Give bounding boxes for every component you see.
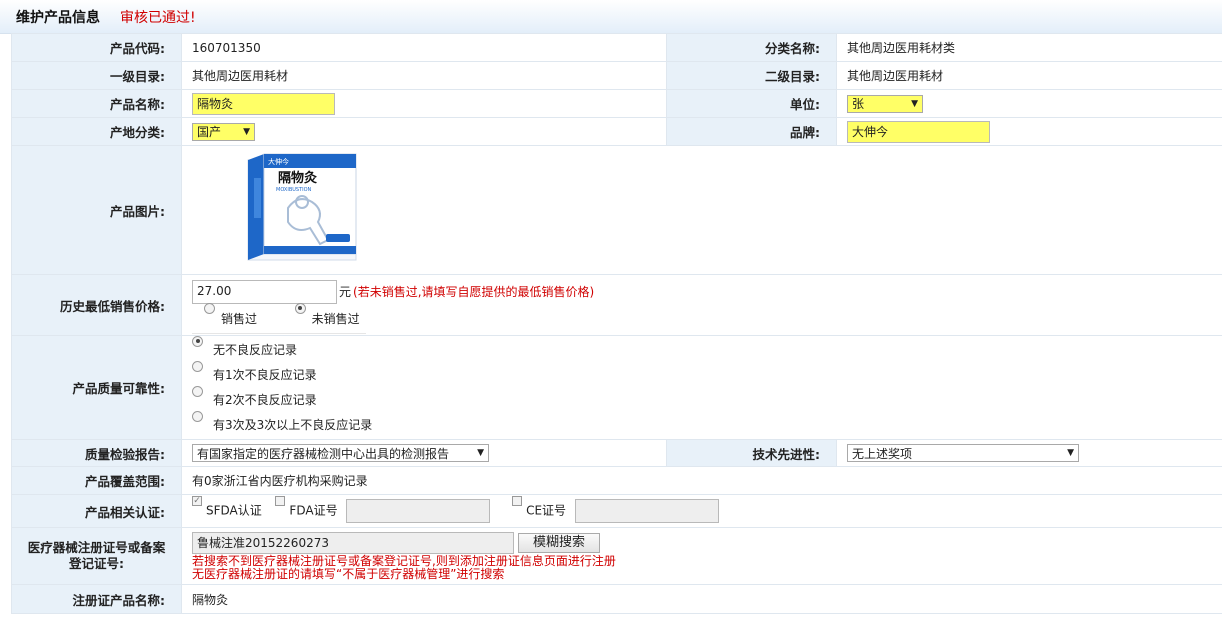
brand-input[interactable]: 大伸今 (847, 120, 990, 143)
ce-number-input[interactable] (574, 499, 719, 523)
coverage-value: 有0家浙江省内医疗机构采购记录 (181, 466, 1222, 495)
quality-radio-group: 无不良反应记录 有1次不良反应记录 有2次不良反应记录 有3次及3次以上不良反应… (181, 335, 1222, 440)
cert-label: 产品相关认证: (11, 494, 182, 528)
product-form: 产品代码: 160701350 分类名称: 其他周边医用耗材类 一级目录: 其他… (11, 33, 1222, 614)
reg-label-line2: 登记证号: (69, 556, 124, 571)
sold-radio-label: 销售过 (221, 311, 258, 326)
level2-value: 其他周边医用耗材 (836, 61, 1222, 90)
unit-select[interactable]: 张 ▼ (847, 94, 923, 113)
chevron-down-icon: ▼ (1067, 448, 1074, 458)
tech-select[interactable]: 无上述奖项 ▼ (847, 444, 1079, 462)
category-value: 其他周边医用耗材类 (836, 33, 1222, 62)
quality-option-3: 有3次及3次以上不良反应记录 (213, 417, 373, 432)
unit-label: 单位: (666, 89, 837, 118)
origin-select[interactable]: 国产 ▼ (192, 122, 255, 141)
reg-label-line1: 医疗器械注册证号或备案 (27, 540, 166, 555)
fda-checkbox[interactable] (275, 496, 286, 506)
review-status: 审核已通过! (120, 9, 196, 26)
inspection-select[interactable]: 有国家指定的医疗器械检测中心出具的检测报告 ▼ (192, 444, 489, 462)
product-image: 大伸今 隔物灸 MOXIBUSTION (218, 148, 376, 274)
unit-selected-value: 张 (852, 97, 865, 111)
level2-label: 二级目录: (666, 61, 837, 90)
ce-checkbox[interactable] (512, 496, 523, 506)
inspection-label: 质量检验报告: (11, 439, 182, 467)
reg-hint-2: 无医疗器械注册证的请填写“不属于医疗器械管理”进行搜索 (192, 567, 505, 581)
inspection-selected-value: 有国家指定的医疗器械检测中心出具的检测报告 (197, 446, 450, 461)
sold-radio[interactable] (204, 302, 215, 314)
fda-label: FDA证号 (289, 503, 338, 518)
fuzzy-search-button[interactable]: 模糊搜索 (518, 533, 601, 553)
quality-radio-1[interactable] (192, 360, 203, 372)
sales-radio-group: 销售过 未销售过 (192, 302, 366, 334)
box-brand-text: 大伸今 (268, 157, 289, 166)
page-header: 维护产品信息 审核已通过! (0, 0, 1222, 34)
price-label: 历史最低销售价格: (11, 274, 182, 336)
product-image-label: 产品图片: (11, 145, 182, 275)
ce-label: CE证号 (526, 503, 567, 518)
origin-selected-value: 国产 (197, 125, 222, 139)
price-input[interactable]: 27.00 (192, 279, 337, 304)
fda-number-input[interactable] (346, 499, 491, 523)
quality-option-1: 有1次不良反应记录 (213, 367, 317, 382)
product-name-label: 产品名称: (11, 89, 182, 118)
origin-label: 产地分类: (11, 117, 182, 146)
quality-label: 产品质量可靠性: (11, 335, 182, 440)
coverage-label: 产品覆盖范围: (11, 466, 182, 495)
chevron-down-icon: ▼ (911, 98, 918, 109)
product-code-value: 160701350 (181, 33, 667, 62)
sfda-checkbox[interactable]: ✓ (192, 496, 202, 506)
level1-value: 其他周边医用耗材 (181, 61, 667, 90)
reg-label: 医疗器械注册证号或备案 登记证号: (11, 527, 182, 585)
brand-label: 品牌: (666, 117, 837, 146)
quality-radio-2[interactable] (192, 385, 203, 397)
level1-label: 一级目录: (11, 61, 182, 90)
box-subtitle-text: MOXIBUSTION (276, 187, 312, 193)
tech-label: 技术先进性: (666, 439, 837, 467)
quality-radio-3[interactable] (192, 410, 203, 422)
reg-product-name-label: 注册证产品名称: (11, 584, 182, 614)
category-label: 分类名称: (666, 33, 837, 62)
not-sold-radio[interactable] (294, 302, 306, 314)
product-code-label: 产品代码: (11, 33, 182, 62)
not-sold-radio-label: 未销售过 (311, 311, 360, 326)
price-hint: (若未销售过,请填写自愿提供的最低销售价格) (353, 285, 595, 299)
page-title: 维护产品信息 (16, 9, 100, 26)
quality-option-2: 有2次不良反应记录 (213, 392, 317, 407)
chevron-down-icon: ▼ (477, 448, 484, 458)
quality-radio-0[interactable] (192, 335, 203, 347)
reg-number-input[interactable]: 鲁械注准20152260273 (192, 532, 514, 554)
tech-selected-value: 无上述奖项 (852, 446, 913, 461)
product-name-input[interactable]: 隔物灸 (192, 92, 335, 115)
box-title-text: 隔物灸 (278, 170, 317, 186)
price-unit: 元 (339, 285, 352, 299)
reg-product-name-value: 隔物灸 (181, 584, 1222, 614)
quality-option-0: 无不良反应记录 (213, 342, 298, 357)
chevron-down-icon: ▼ (243, 126, 250, 137)
sfda-label: SFDA认证 (206, 503, 262, 518)
